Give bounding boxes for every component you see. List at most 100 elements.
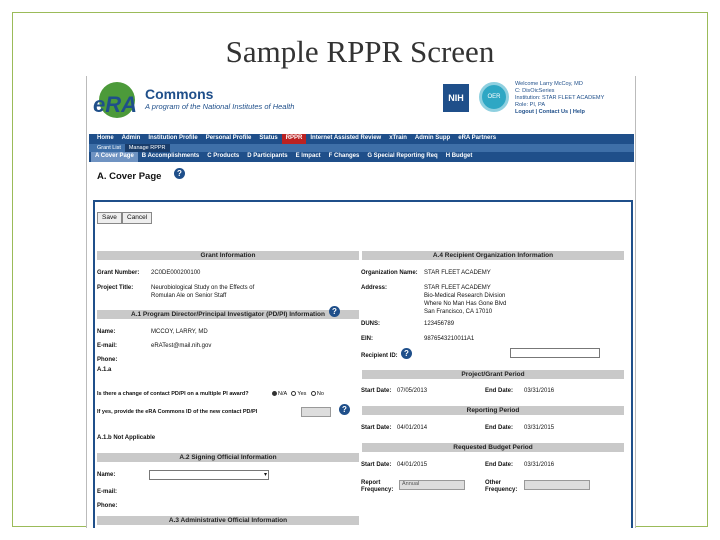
org-name-value: STAR FLEET ACADEMY xyxy=(424,270,491,276)
radio-na-label: N/A xyxy=(278,391,287,397)
address-line: STAR FLEET ACADEMY xyxy=(424,285,491,291)
section-tab-impact[interactable]: E Impact xyxy=(292,152,325,162)
project-period-header: Project/Grant Period xyxy=(362,370,624,379)
nav-admin[interactable]: Admin xyxy=(118,134,145,144)
user-line: Institution: STAR FLEET ACADEMY xyxy=(515,95,605,101)
radio-no-label: No xyxy=(316,391,324,397)
project-title-label: Project Title: xyxy=(97,285,134,291)
cancel-button[interactable]: Cancel xyxy=(122,212,153,224)
reporting-period-header: Reporting Period xyxy=(362,406,624,415)
budget-period-header: Requested Budget Period xyxy=(362,443,624,452)
section-tab-products[interactable]: C Products xyxy=(203,152,243,162)
budget-start-value: 04/01/2015 xyxy=(397,462,428,468)
section-nav: A Cover Page B Accomplishments C Product… xyxy=(89,152,634,162)
budget-start-label: Start Date: xyxy=(361,462,392,468)
project-start-value: 07/05/2013 xyxy=(397,388,428,394)
save-button[interactable]: Save xyxy=(97,212,122,224)
project-title-line: Romulan Ale on Senior Staff xyxy=(151,293,227,299)
recipient-id-label: Recipient ID: xyxy=(361,353,398,359)
pi-change-radios: N/A Yes No xyxy=(272,391,324,399)
reporting-start-label: Start Date: xyxy=(361,425,392,431)
subnav-grant-list[interactable]: Grant List xyxy=(93,144,125,152)
pdpi-name-value: MCCOY, LARRY, MD xyxy=(151,329,208,335)
help-icon[interactable]: ? xyxy=(174,168,185,179)
nav-status[interactable]: Status xyxy=(255,134,281,144)
section-tab-participants[interactable]: D Participants xyxy=(243,152,291,162)
nav-institution-profile[interactable]: Institution Profile xyxy=(144,134,201,144)
address-line: San Francisco, CA 17010 xyxy=(424,309,493,315)
report-frequency-label: Report Frequency: xyxy=(361,480,394,493)
chevron-down-icon: ▾ xyxy=(263,472,267,478)
radio-yes-label: Yes xyxy=(297,391,307,397)
help-icon[interactable]: ? xyxy=(329,306,340,317)
section-tab-accomplishments[interactable]: B Accomplishments xyxy=(138,152,203,162)
grant-info-header: Grant Information xyxy=(97,251,359,260)
user-line: Role: PI, PA xyxy=(515,102,546,108)
pi-change-question: Is there a change of contact PD/PI on a … xyxy=(97,391,249,397)
radio-no[interactable] xyxy=(310,391,316,397)
user-line: Welcome Larry McCoy, MD xyxy=(515,81,583,87)
a1b-note: A.1.b Not Applicable xyxy=(97,435,156,441)
grant-number-value: 2C0DE000200100 xyxy=(151,270,201,276)
budget-end-label: End Date: xyxy=(485,462,514,468)
signing-official-select[interactable]: ▾ xyxy=(149,470,269,480)
radio-yes[interactable] xyxy=(291,391,297,397)
section-tab-cover-page[interactable]: A Cover Page xyxy=(91,152,138,162)
frame-right-line xyxy=(707,12,708,526)
user-line: C: DisOicSeries xyxy=(515,88,555,94)
nav-home[interactable]: Home xyxy=(93,134,118,144)
program-tagline: A program of the National Institutes of … xyxy=(145,102,295,111)
duns-value: 123456789 xyxy=(424,321,455,327)
era-logo-text: eRA xyxy=(93,92,138,117)
address-line: Where No Man Has Gone Blvd xyxy=(424,301,507,307)
slide-title: Sample RPPR Screen xyxy=(225,34,495,69)
pdpi-header: A.1 Program Director/Principal Investiga… xyxy=(97,310,359,319)
nav-internet-assisted-review[interactable]: Internet Assisted Review xyxy=(306,134,385,144)
ein-value: 9876543210011A1 xyxy=(424,336,475,342)
era-logo: eRA xyxy=(91,82,137,126)
page-title: A. Cover Page xyxy=(97,171,162,182)
grant-number-label: Grant Number: xyxy=(97,270,140,276)
reporting-start-value: 04/01/2014 xyxy=(397,425,428,431)
nav-rppr[interactable]: RPPR xyxy=(281,134,307,144)
nih-logo: NIH xyxy=(443,84,469,112)
other-frequency-label: Other Frequency: xyxy=(485,480,518,493)
help-icon[interactable]: ? xyxy=(339,404,350,415)
pdpi-phone-label: Phone: xyxy=(97,357,118,363)
commons-id-question: If yes, provide the eRA Commons ID of th… xyxy=(97,409,258,415)
help-icon[interactable]: ? xyxy=(401,348,412,359)
signing-phone-label: Phone: xyxy=(97,503,118,509)
pdpi-name-label: Name: xyxy=(97,329,116,335)
subnav-manage-rppr[interactable]: Manage RPPR xyxy=(124,144,170,152)
reporting-end-value: 03/31/2015 xyxy=(524,425,555,431)
project-end-label: End Date: xyxy=(485,388,514,394)
pdpi-email-label: E-mail: xyxy=(97,343,118,349)
section-tab-changes[interactable]: F Changes xyxy=(325,152,364,162)
section-tab-budget[interactable]: H Budget xyxy=(442,152,477,162)
recipient-id-input[interactable] xyxy=(510,348,600,358)
nav-era-partners[interactable]: eRA Partners xyxy=(454,134,500,144)
radio-na[interactable] xyxy=(272,391,277,397)
nav-xtrain[interactable]: xTrain xyxy=(385,134,411,144)
signing-official-header: A.2 Signing Official Information xyxy=(97,453,359,462)
project-title-line: Neurobiological Study on the Effects of xyxy=(151,285,255,291)
other-frequency-input[interactable] xyxy=(524,480,590,490)
a1a-label: A.1.a xyxy=(97,367,112,373)
frame-top-line xyxy=(12,12,708,13)
address-line: Bio-Medical Research Division xyxy=(424,293,506,299)
section-tab-special-reporting[interactable]: G Special Reporting Req xyxy=(363,152,441,162)
signing-email-label: E-mail: xyxy=(97,489,118,495)
app-header: eRA Commons A program of the National In… xyxy=(87,76,635,134)
report-frequency-select[interactable]: Annual xyxy=(399,480,465,490)
recipient-org-header: A.4 Recipient Organization Information xyxy=(362,251,624,260)
project-end-value: 03/31/2016 xyxy=(524,388,555,394)
header-links[interactable]: Logout | Contact Us | Help xyxy=(515,109,633,116)
nav-personal-profile[interactable]: Personal Profile xyxy=(202,134,256,144)
user-info: Welcome Larry McCoy, MD C: DisOicSeries … xyxy=(515,81,633,116)
new-contact-commons-id-input[interactable] xyxy=(301,407,331,417)
admin-official-header: A.3 Administrative Official Information xyxy=(97,516,359,525)
commons-title: Commons xyxy=(145,86,214,102)
nav-admin-supp[interactable]: Admin Supp xyxy=(411,134,454,144)
reporting-end-label: End Date: xyxy=(485,425,514,431)
ein-label: EIN: xyxy=(361,336,373,342)
